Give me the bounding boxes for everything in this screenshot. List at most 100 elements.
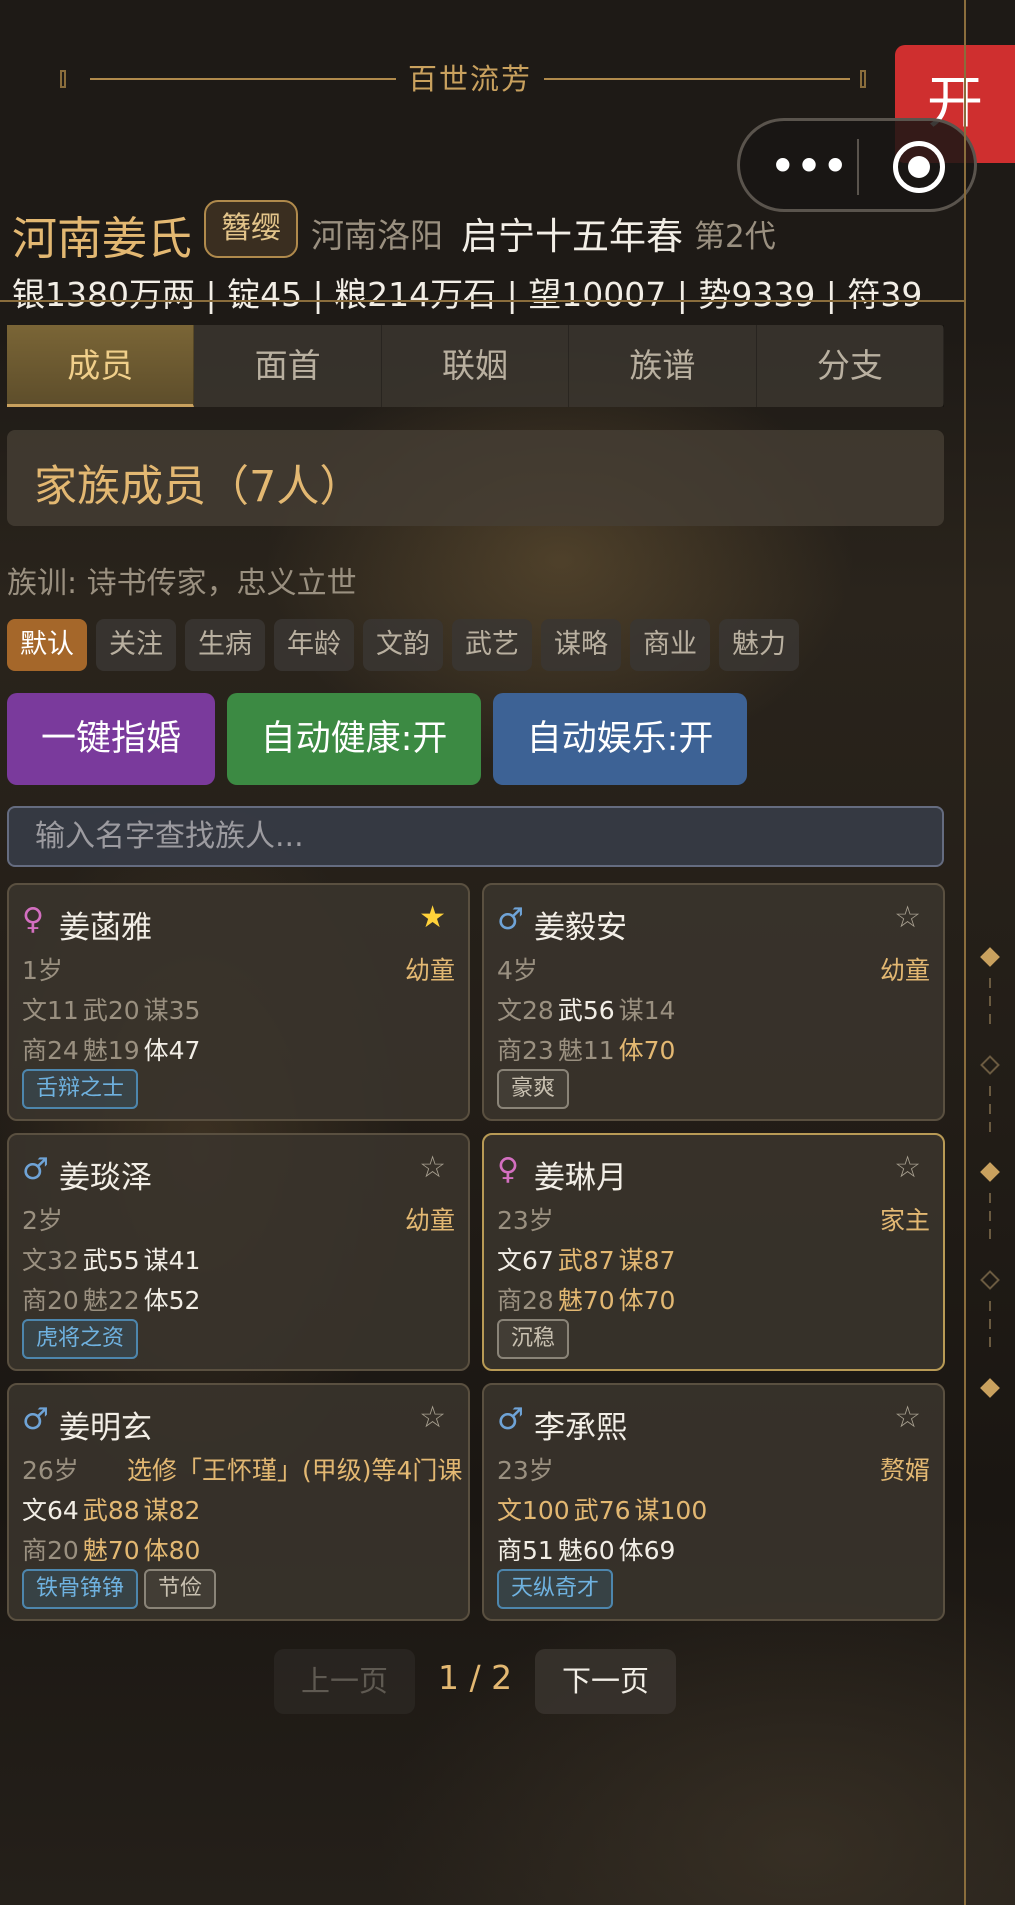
trait-tag[interactable]: 铁骨铮铮 <box>22 1569 139 1609</box>
mini-program-capsule: ••• <box>737 118 977 212</box>
filter-strategy[interactable]: 谋略 <box>541 619 621 671</box>
rail-diamond-icon <box>980 1162 1000 1182</box>
more-menu-icon[interactable]: ••• <box>770 146 850 186</box>
trait-tags: 虎将之资 <box>22 1319 139 1359</box>
member-name: 姜琳月 <box>534 1160 627 1196</box>
stat-value: 体70 <box>618 1286 676 1315</box>
stat-value: 武88 <box>82 1496 140 1525</box>
female-icon: ♀ <box>22 902 44 937</box>
tab-concubines[interactable]: 面首 <box>194 325 382 407</box>
banner-title: 百世流芳 <box>0 56 940 98</box>
trait-tag[interactable]: 舌辩之士 <box>22 1069 139 1109</box>
rail-diamond-icon <box>980 947 1000 967</box>
trait-tag[interactable]: 虎将之资 <box>22 1319 139 1359</box>
member-name: 姜菡雅 <box>59 910 152 946</box>
auto-health-toggle[interactable]: 自动健康:开 <box>227 693 481 785</box>
stat-value: 商51 <box>497 1536 554 1565</box>
stat-value: 谋35 <box>143 996 201 1025</box>
male-icon: ♂ <box>497 1402 524 1437</box>
member-name: 姜琰泽 <box>59 1160 152 1196</box>
stat-value: 文11 <box>22 996 79 1025</box>
tab-members[interactable]: 成员 <box>7 325 195 407</box>
stats-row-primary: 文100 武76 谋100 <box>497 1491 711 1527</box>
stat-value: 魅70 <box>82 1536 140 1565</box>
stats-row-primary: 文32 武55 谋41 <box>22 1241 204 1277</box>
member-role: 赘婿 <box>879 1456 930 1485</box>
filter-age[interactable]: 年龄 <box>274 619 354 671</box>
member-course-status: 选修「王怀瑾」(甲级)等4门课 <box>127 1456 463 1485</box>
stat-value: 武55 <box>82 1246 140 1275</box>
stats-row-secondary: 商23 魅11 体70 <box>497 1031 679 1067</box>
sort-filter-bar: 默认 关注 生病 年龄 文韵 武艺 谋略 商业 魅力 <box>7 619 799 671</box>
clan-motto: 族训: 诗书传家，忠义立世 <box>7 566 357 601</box>
filter-literature[interactable]: 文韵 <box>363 619 443 671</box>
member-card[interactable]: ♂ 姜毅安 ☆ 4岁 幼童 文28 武56 谋14 商23 魅11 体70 豪爽 <box>482 883 945 1121</box>
stat-value: 魅60 <box>557 1536 615 1565</box>
auto-marry-button[interactable]: 一键指婚 <box>7 693 215 785</box>
female-icon: ♀ <box>497 1152 519 1187</box>
male-icon: ♂ <box>22 1402 49 1437</box>
favorite-star-icon[interactable]: ☆ <box>894 1400 921 1435</box>
favorite-star-icon[interactable]: ★ <box>419 900 446 935</box>
favorite-star-icon[interactable]: ☆ <box>894 900 921 935</box>
member-card[interactable]: ♂ 姜琰泽 ☆ 2岁 幼童 文32 武55 谋41 商20 魅22 体52 虎将之资 <box>7 1133 470 1371</box>
filter-business[interactable]: 商业 <box>630 619 710 671</box>
member-card[interactable]: ♂ 李承熙 ☆ 23岁 赘婿 文100 武76 谋100 商51 魅60 体69 天纵奇才 <box>482 1383 945 1621</box>
stat-value: 谋87 <box>618 1246 676 1275</box>
trait-tag[interactable]: 天纵奇才 <box>497 1569 614 1609</box>
tab-branches[interactable]: 分支 <box>757 325 945 407</box>
male-icon: ♂ <box>22 1152 49 1187</box>
stat-value: 文64 <box>22 1496 79 1525</box>
member-card[interactable]: ♂ 姜明玄 ☆ 26岁 选修「王怀瑾」(甲级)等4门课 文64 武88 谋82 商20 魅70 体8… <box>7 1383 470 1621</box>
filter-martial[interactable]: 武艺 <box>452 619 532 671</box>
favorite-star-icon[interactable]: ☆ <box>419 1150 446 1185</box>
member-age: 26岁 <box>22 1456 79 1485</box>
stat-value: 商20 <box>22 1286 79 1315</box>
tab-genealogy[interactable]: 族谱 <box>569 325 757 407</box>
auto-entertainment-toggle[interactable]: 自动娱乐:开 <box>493 693 747 785</box>
stat-value: 文67 <box>497 1246 554 1275</box>
capsule-divider <box>857 139 859 195</box>
right-rail-line <box>964 0 966 1905</box>
stat-value: 文100 <box>497 1496 570 1525</box>
rank-badge: 簪缨 <box>204 200 298 258</box>
filter-followed[interactable]: 关注 <box>96 619 176 671</box>
stat-value: 体80 <box>143 1536 201 1565</box>
rail-dash <box>989 1086 991 1136</box>
member-search-input[interactable] <box>7 806 944 867</box>
stat-value: 谋14 <box>618 996 676 1025</box>
member-role: 幼童 <box>404 956 455 985</box>
trait-tag[interactable]: 节俭 <box>144 1569 217 1609</box>
trait-tag[interactable]: 豪爽 <box>497 1069 570 1109</box>
close-target-icon[interactable] <box>893 141 945 193</box>
stat-value: 谋100 <box>634 1496 708 1525</box>
member-card[interactable]: ♀ 姜菡雅 ★ 1岁 幼童 文11 武20 谋35 商24 魅19 体47 舌辩之士 <box>7 883 470 1121</box>
stat-value: 武20 <box>82 996 140 1025</box>
stat-value: 体52 <box>143 1286 201 1315</box>
tab-marriage[interactable]: 联姻 <box>382 325 570 407</box>
favorite-star-icon[interactable]: ☆ <box>419 1400 446 1435</box>
member-role: 幼童 <box>404 1206 455 1235</box>
next-page-button[interactable]: 下一页 <box>535 1649 676 1714</box>
favorite-star-icon[interactable]: ☆ <box>894 1150 921 1185</box>
filter-sick[interactable]: 生病 <box>185 619 265 671</box>
rail-diamond-outline-icon <box>980 1270 1000 1290</box>
trait-tag[interactable]: 沉稳 <box>497 1319 570 1359</box>
filter-default[interactable]: 默认 <box>7 619 87 671</box>
stat-value: 谋41 <box>143 1246 201 1275</box>
header-divider <box>0 300 965 302</box>
member-age: 23岁 <box>497 1206 554 1235</box>
member-card[interactable]: ♀ 姜琳月 ☆ 23岁 家主 文67 武87 谋87 商28 魅70 体70 沉稳 <box>482 1133 945 1371</box>
prev-page-button[interactable]: 上一页 <box>274 1649 415 1714</box>
stat-value: 武76 <box>573 1496 631 1525</box>
stats-row-secondary: 商28 魅70 体70 <box>497 1281 679 1317</box>
filter-charm[interactable]: 魅力 <box>719 619 799 671</box>
stats-row-secondary: 商20 魅70 体80 <box>22 1531 204 1567</box>
current-season: 启宁十五年春 <box>461 215 683 258</box>
member-age: 2岁 <box>22 1206 63 1235</box>
stats-row-primary: 文64 武88 谋82 <box>22 1491 204 1527</box>
stat-value: 魅11 <box>557 1036 615 1065</box>
stat-value: 谋82 <box>143 1496 201 1525</box>
member-role: 幼童 <box>879 956 930 985</box>
stats-row-primary: 文28 武56 谋14 <box>497 991 679 1027</box>
